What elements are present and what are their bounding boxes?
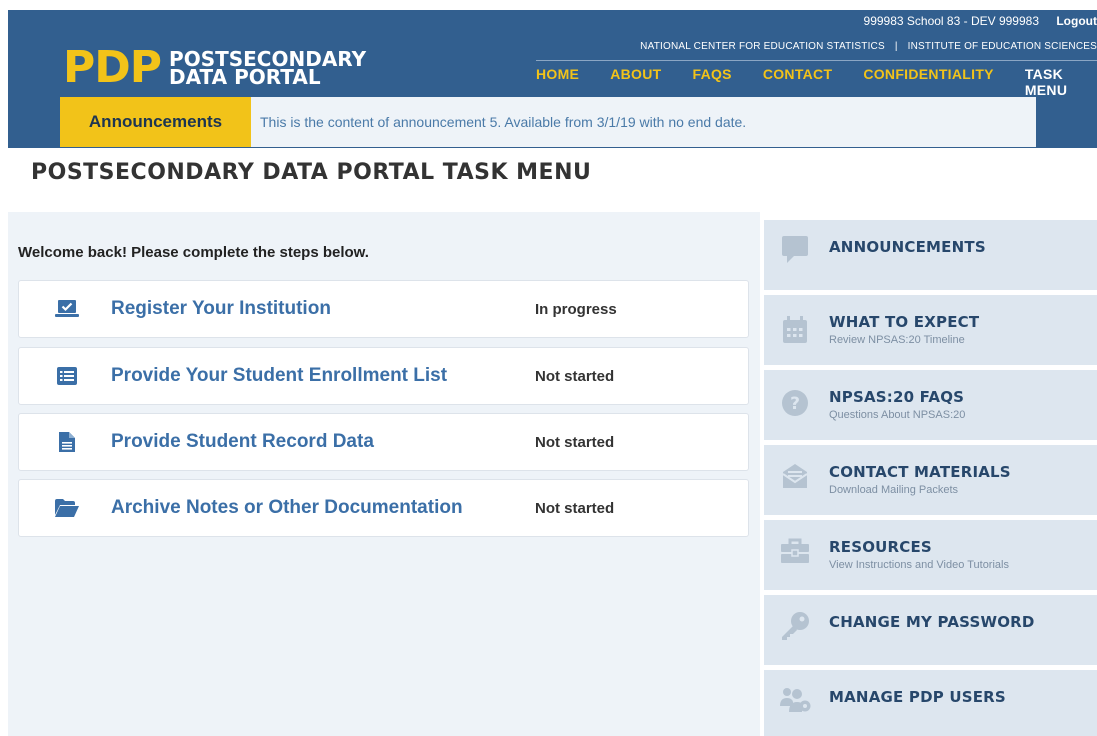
task-panel: Welcome back! Please complete the steps … [8, 212, 760, 736]
task-status: Not started [535, 367, 615, 385]
sidebar-item-resources[interactable]: RESOURCES View Instructions and Video Tu… [764, 520, 1097, 590]
task-label: Register Your Institution [111, 298, 331, 319]
task-student-record-data[interactable]: Provide Student Record Data Not started [18, 413, 749, 471]
sidebar-item-announcements[interactable]: ANNOUNCEMENTS [764, 220, 1097, 290]
sidebar-item-title: MANAGE PDP USERS [829, 688, 1006, 706]
nav-about[interactable]: ABOUT [610, 66, 661, 98]
users-cog-icon [780, 688, 811, 712]
sidebar-item-npsas-faqs[interactable]: ? NPSAS:20 FAQS Questions About NPSAS:20 [764, 370, 1097, 440]
sidebar-item-title: NPSAS:20 FAQS [829, 388, 965, 406]
svg-text:?: ? [790, 394, 800, 414]
nav-divider [536, 60, 1097, 61]
envelope-open-icon [782, 464, 808, 488]
agency-ies[interactable]: INSTITUTE OF EDUCATION SCIENCES [908, 41, 1097, 52]
sidebar-item-contact-materials[interactable]: CONTACT MATERIALS Download Mailing Packe… [764, 445, 1097, 515]
sidebar-item-subtitle: Review NPSAS:20 Timeline [829, 334, 965, 346]
nav-task-menu[interactable]: TASK MENU [1025, 66, 1097, 98]
agency-nces[interactable]: NATIONAL CENTER FOR EDUCATION STATISTICS [640, 41, 885, 52]
announcement-bar: Announcements This is the content of ann… [60, 97, 1036, 147]
agency-line: NATIONAL CENTER FOR EDUCATION STATISTICS… [640, 41, 1097, 52]
folder-open-icon [55, 499, 79, 517]
task-status: Not started [535, 499, 615, 517]
list-icon [57, 367, 77, 385]
user-bar: 999983 School 83 - DEV 999983 Logout [864, 14, 1097, 28]
page-title: POSTSECONDARY DATA PORTAL TASK MENU [31, 160, 592, 185]
sidebar-item-title: CONTACT MATERIALS [829, 463, 1011, 481]
nav-confidentiality[interactable]: CONFIDENTIALITY [863, 66, 994, 98]
agency-separator: | [894, 41, 898, 52]
nav-home[interactable]: HOME [536, 66, 579, 98]
welcome-message: Welcome back! Please complete the steps … [18, 244, 369, 261]
main-nav: HOME ABOUT FAQS CONTACT CONFIDENTIALITY … [536, 66, 1097, 98]
comment-icon [782, 236, 808, 263]
nav-contact[interactable]: CONTACT [763, 66, 833, 98]
logout-link[interactable]: Logout [1056, 14, 1097, 28]
sidebar-item-what-to-expect[interactable]: WHAT TO EXPECT Review NPSAS:20 Timeline [764, 295, 1097, 365]
task-register-institution[interactable]: Register Your Institution In progress [18, 280, 749, 338]
task-label: Provide Your Student Enrollment List [111, 365, 448, 386]
sidebar-item-subtitle: Questions About NPSAS:20 [829, 409, 966, 421]
task-label: Archive Notes or Other Documentation [111, 497, 463, 518]
task-enrollment-list[interactable]: Provide Your Student Enrollment List Not… [18, 347, 749, 405]
announcement-label: Announcements [60, 97, 251, 147]
sidebar-item-change-password[interactable]: CHANGE MY PASSWORD [764, 595, 1097, 665]
site-header: PDP POSTSECONDARY DATA PORTAL 999983 Sch… [8, 10, 1097, 148]
nav-faqs[interactable]: FAQS [692, 66, 731, 98]
laptop-check-icon [55, 300, 79, 317]
logo-line-2: DATA PORTAL [169, 65, 321, 89]
sidebar-item-manage-users[interactable]: MANAGE PDP USERS [764, 670, 1097, 736]
task-label: Provide Student Record Data [111, 431, 374, 452]
site-logo[interactable]: PDP POSTSECONDARY DATA PORTAL [63, 46, 366, 90]
sidebar-item-title: RESOURCES [829, 538, 932, 556]
calendar-icon [783, 316, 807, 343]
user-name: 999983 School 83 - DEV 999983 [863, 14, 1039, 28]
key-icon [782, 612, 809, 640]
sidebar-item-title: CHANGE MY PASSWORD [829, 613, 1035, 631]
sidebar-item-subtitle: Download Mailing Packets [829, 484, 959, 496]
toolbox-icon [781, 538, 809, 563]
logo-text: POSTSECONDARY DATA PORTAL [169, 49, 366, 89]
sidebar-item-title: WHAT TO EXPECT [829, 313, 980, 331]
sidebar-item-subtitle: View Instructions and Video Tutorials [829, 559, 1009, 571]
document-icon [59, 432, 75, 452]
announcement-text: This is the content of announcement 5. A… [260, 114, 747, 130]
question-circle-icon: ? [782, 390, 808, 416]
task-archive-notes[interactable]: Archive Notes or Other Documentation Not… [18, 479, 749, 537]
sidebar-item-title: ANNOUNCEMENTS [829, 238, 986, 256]
task-status: In progress [535, 300, 617, 318]
logo-mark: PDP [63, 42, 162, 93]
task-status: Not started [535, 433, 615, 451]
